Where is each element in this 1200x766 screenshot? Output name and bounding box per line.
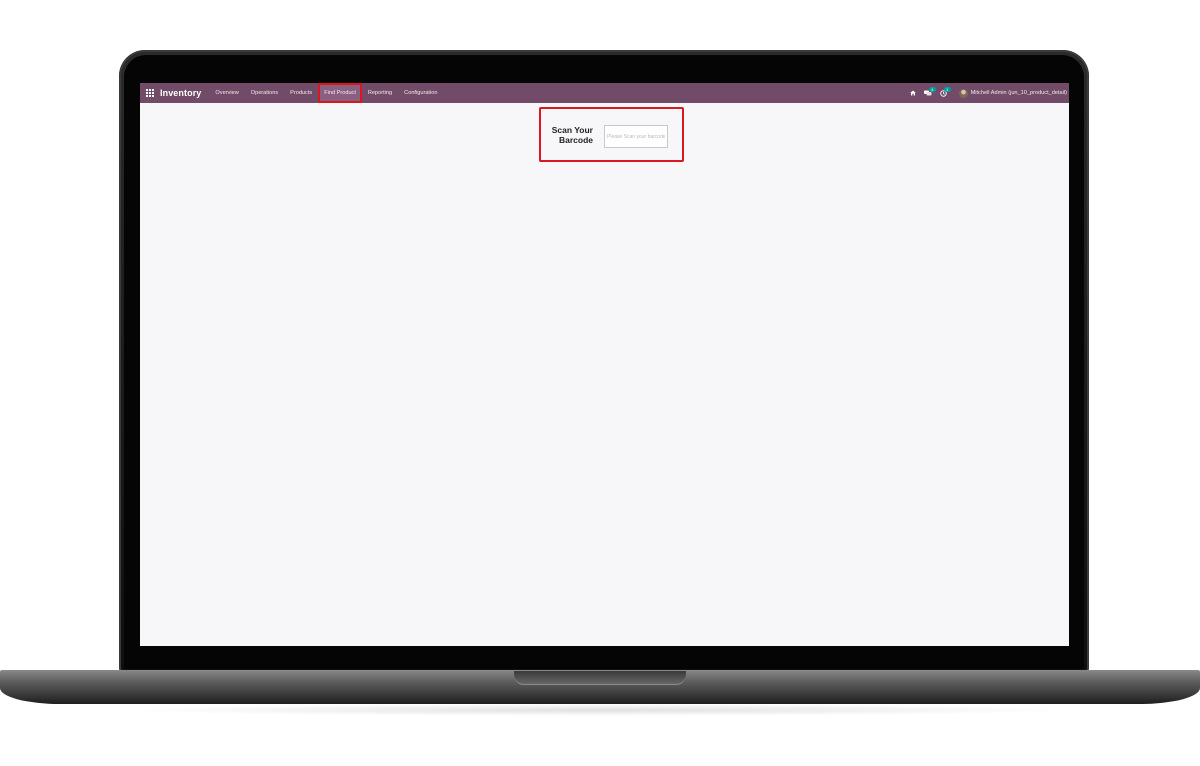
app-screen: Inventory Overview Operations Products F… [140, 83, 1069, 646]
activity-badge: 1 [943, 87, 951, 92]
avatar[interactable] [958, 88, 968, 98]
chat-badge: 4 [928, 87, 936, 92]
menu-item-products[interactable]: Products [284, 83, 318, 103]
navbar-systray: 4 1 Mitchell Admin (jun_10_product_detai… [906, 83, 1067, 103]
app-title[interactable]: Inventory [160, 88, 201, 98]
menu-item-find-product[interactable]: Find Product [318, 83, 362, 103]
menu-item-reporting[interactable]: Reporting [362, 83, 398, 103]
laptop-mockup: Inventory Overview Operations Products F… [0, 0, 1200, 766]
laptop-notch [514, 671, 686, 685]
top-navbar: Inventory Overview Operations Products F… [140, 83, 1069, 103]
menu-item-configuration[interactable]: Configuration [398, 83, 443, 103]
grid-icon[interactable] [143, 83, 157, 103]
home-icon[interactable] [906, 83, 920, 103]
barcode-input[interactable] [604, 125, 668, 148]
activity-icon[interactable]: 1 [936, 83, 951, 103]
laptop-shadow [120, 704, 1080, 716]
chat-icon[interactable]: 4 [920, 83, 936, 103]
main-menu: Overview Operations Products Find Produc… [209, 83, 443, 103]
menu-item-operations[interactable]: Operations [245, 83, 284, 103]
user-menu[interactable]: Mitchell Admin (jun_10_product_detail) [971, 90, 1067, 96]
menu-item-overview[interactable]: Overview [209, 83, 244, 103]
scan-barcode-label: Scan Your Barcode [551, 125, 593, 145]
